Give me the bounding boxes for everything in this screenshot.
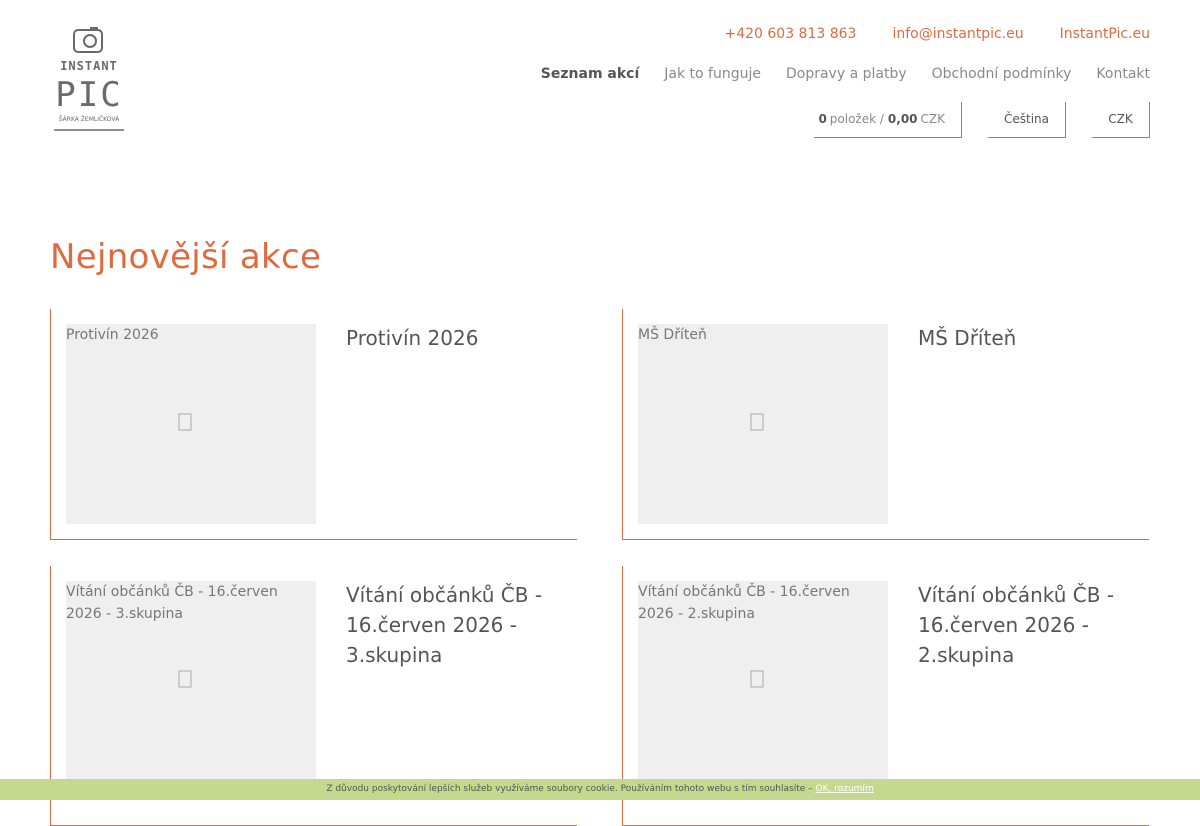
- header-contacts: +420 603 813 863 info@instantpic.eu Inst…: [724, 26, 1150, 42]
- event-card[interactable]: MŠ Dříteň MŠ Dříteň: [622, 309, 1149, 540]
- page-title: Nejnovější akce: [50, 237, 322, 277]
- event-thumbnail[interactable]: MŠ Dříteň: [638, 324, 888, 524]
- event-card[interactable]: Protivín 2026 Protivín 2026: [50, 309, 577, 540]
- event-title[interactable]: Vítání občánků ČB - 16.červen 2026 - 2.s…: [918, 580, 1123, 670]
- nav-item-seznam-akci[interactable]: Seznam akcí: [541, 66, 639, 82]
- image-alt-text: MŠ Dříteň: [638, 327, 707, 343]
- nav-item-dopravy-a-platby[interactable]: Dopravy a platby: [786, 66, 907, 82]
- event-title[interactable]: Protivín 2026: [346, 323, 551, 353]
- event-thumbnail[interactable]: Vítání občánků ČB - 16.červen 2026 - 2.s…: [638, 581, 888, 781]
- phone-link[interactable]: +420 603 813 863: [724, 26, 856, 42]
- language-selector[interactable]: Čeština: [988, 102, 1066, 138]
- cart-total: 0,00: [887, 111, 918, 126]
- cart-summary[interactable]: 0 položek / 0,00 CZK: [814, 102, 962, 138]
- logo-sub-text: ŠÁRKA ŽEMLIČKOVÁ: [59, 115, 120, 123]
- event-title[interactable]: Vítání občánků ČB - 16.červen 2026 - 3.s…: [346, 580, 551, 670]
- header-tools: 0 položek / 0,00 CZK Čeština CZK: [814, 102, 1150, 138]
- nav-item-kontakt[interactable]: Kontakt: [1096, 66, 1150, 82]
- image-alt-text: Vítání občánků ČB - 16.červen 2026 - 3.s…: [66, 584, 278, 622]
- main-navigation: Seznam akcí Jak to funguje Dopravy a pla…: [541, 66, 1150, 82]
- logo-main-text: PIC: [55, 75, 122, 115]
- cart-count: 0: [818, 111, 827, 126]
- cart-items-label: položek /: [829, 111, 884, 126]
- image-alt-text: Protivín 2026: [66, 327, 159, 343]
- event-title[interactable]: MŠ Dříteň: [918, 323, 1123, 353]
- cookie-bar: Z důvodu poskytování lepších služeb využ…: [0, 779, 1200, 800]
- image-alt-text: Vítání občánků ČB - 16.červen 2026 - 2.s…: [638, 584, 850, 622]
- event-thumbnail[interactable]: Protivín 2026: [66, 324, 316, 524]
- image-placeholder-icon: [750, 413, 764, 431]
- nav-item-jak-to-funguje[interactable]: Jak to funguje: [664, 66, 761, 82]
- image-placeholder-icon: [750, 670, 764, 688]
- site-logo[interactable]: INSTANT PIC ŠÁRKA ŽEMLIČKOVÁ: [52, 26, 126, 134]
- email-link[interactable]: info@instantpic.eu: [892, 26, 1023, 42]
- cookie-text: Z důvodu poskytování lepších služeb využ…: [326, 784, 813, 794]
- image-placeholder-icon: [178, 413, 192, 431]
- image-placeholder-icon: [178, 670, 192, 688]
- site-link[interactable]: InstantPic.eu: [1060, 26, 1150, 42]
- logo-top-text: INSTANT: [60, 59, 118, 73]
- cart-currency: CZK: [920, 111, 945, 126]
- cookie-ok-link[interactable]: OK, rozumím: [816, 784, 874, 794]
- event-thumbnail[interactable]: Vítání občánků ČB - 16.červen 2026 - 3.s…: [66, 581, 316, 781]
- logo-camera-icon: INSTANT PIC ŠÁRKA ŽEMLIČKOVÁ: [54, 27, 124, 131]
- currency-selector[interactable]: CZK: [1092, 102, 1150, 138]
- nav-item-obchodni-podminky[interactable]: Obchodní podmínky: [932, 66, 1072, 82]
